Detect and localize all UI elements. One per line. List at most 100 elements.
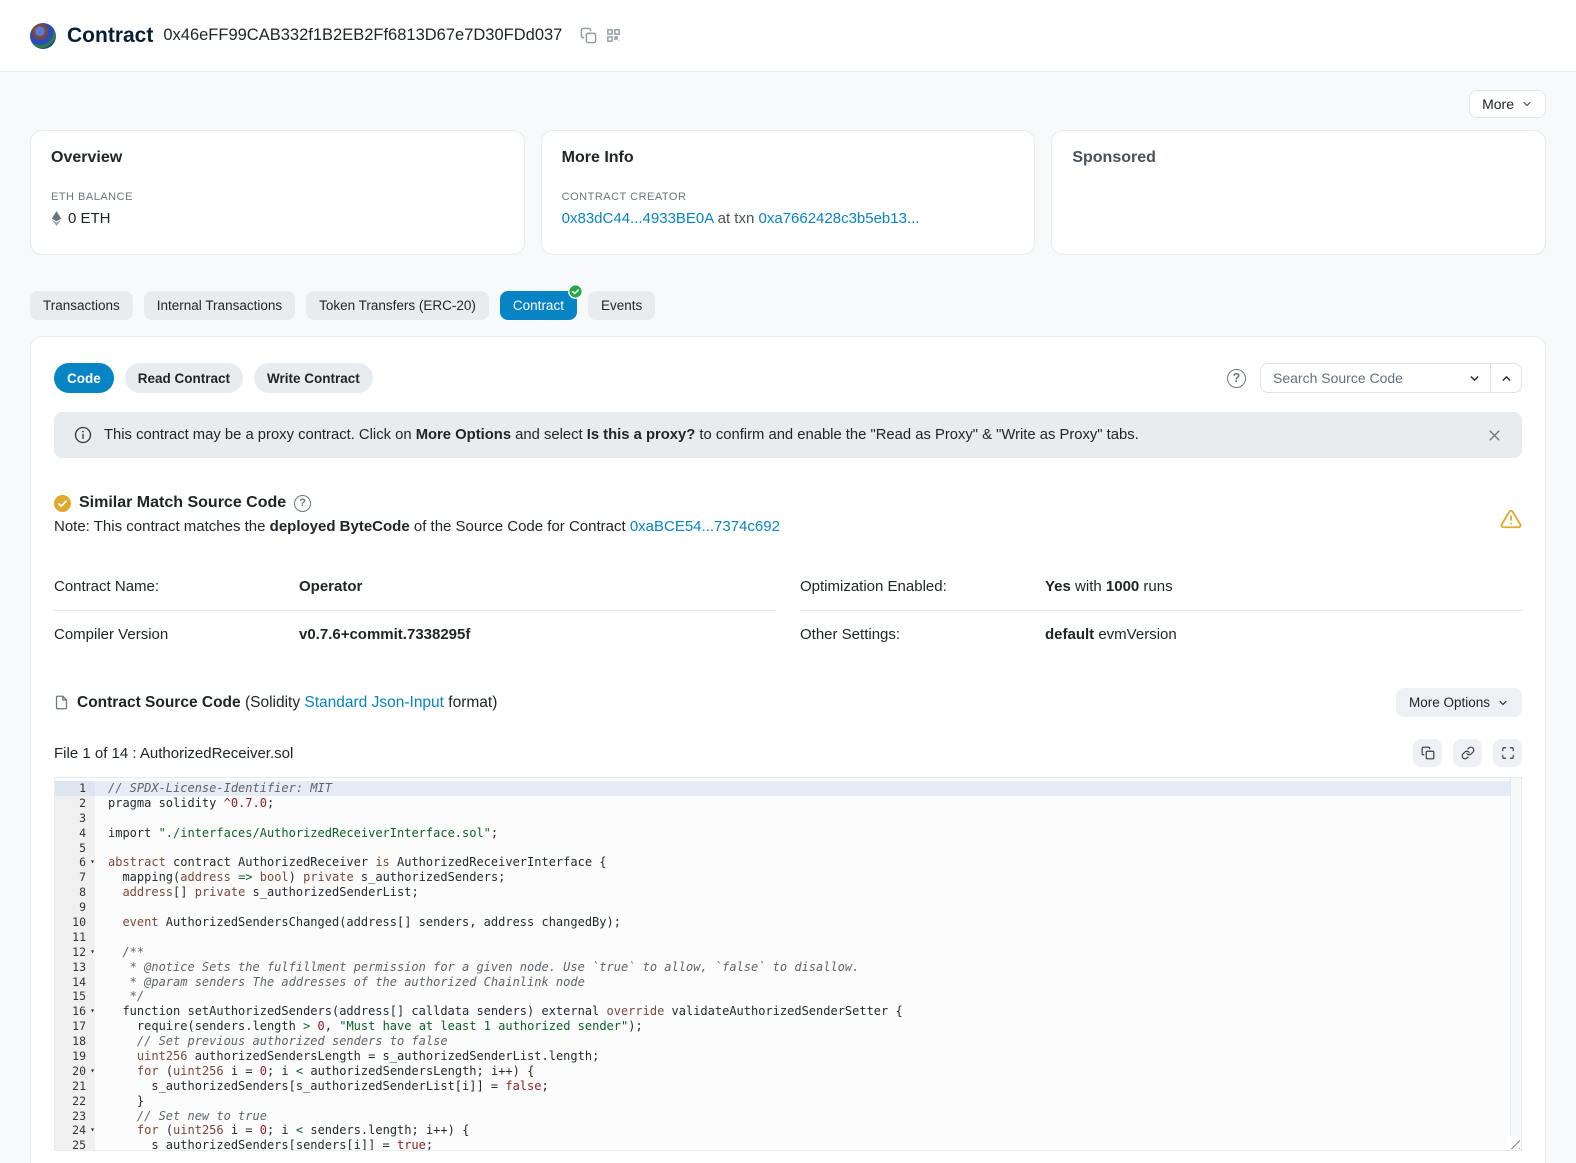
code-text: // Set previous authorized senders to fa… — [95, 1034, 448, 1049]
code-text: require(senders.length > 0, "Must have a… — [95, 1019, 643, 1034]
tab-token-transfers-erc-20[interactable]: Token Transfers (ERC-20) — [306, 291, 489, 320]
meta-value: default evmVersion — [1045, 626, 1177, 643]
source-format-pre: (Solidity — [245, 694, 304, 711]
subtab-code[interactable]: Code — [54, 363, 114, 393]
subtab-read-contract[interactable]: Read Contract — [125, 363, 243, 393]
line-number: 6▾ — [55, 855, 95, 870]
notice-segment: and select — [511, 427, 587, 443]
search-next-button[interactable] — [1459, 364, 1490, 392]
code-line: 6▾abstract contract AuthorizedReceiver i… — [55, 855, 1521, 870]
meta-label: Contract Name: — [54, 578, 299, 595]
resize-handle[interactable] — [1507, 1136, 1520, 1149]
contract-meta: Contract Name:OperatorCompiler Versionv0… — [54, 563, 1522, 658]
more-info-card: More Info CONTRACT CREATOR 0x83dC44...49… — [541, 130, 1036, 255]
code-subtabs: Code Read Contract Write Contract — [54, 363, 373, 393]
chevron-down-icon — [1521, 98, 1533, 110]
tab-transactions[interactable]: Transactions — [30, 291, 133, 320]
fold-arrow-icon[interactable]: ▾ — [90, 1064, 95, 1079]
tab-internal-transactions[interactable]: Internal Transactions — [144, 291, 295, 320]
creator-address-link[interactable]: 0x83dC44...4933BE0A — [562, 210, 714, 227]
meta-value: Yes with 1000 runs — [1045, 578, 1173, 595]
copy-icon — [580, 27, 597, 44]
code-line: 7 mapping(address => bool) private s_aut… — [55, 870, 1521, 885]
proxy-notice-text: This contract may be a proxy contract. C… — [104, 427, 1475, 443]
source-search-group — [1260, 363, 1522, 393]
contract-address: 0x46eFF99CAB332f1B2EB2Ff6813D67e7D30FDd0… — [163, 26, 562, 45]
code-line: 4import "./interfaces/AuthorizedReceiver… — [55, 826, 1521, 841]
search-source-input[interactable] — [1261, 364, 1459, 392]
ethereum-icon — [51, 211, 62, 226]
subtab-write-contract[interactable]: Write Contract — [254, 363, 373, 393]
line-number: 15 — [55, 989, 95, 1004]
code-line: 14 * @param senders The addresses of the… — [55, 975, 1521, 990]
code-line: 20▾ for (uint256 i = 0; i < authorizedSe… — [55, 1064, 1521, 1079]
line-number: 11 — [55, 930, 95, 945]
close-notice-button[interactable] — [1487, 428, 1502, 443]
permalink-button[interactable] — [1453, 739, 1482, 767]
more-options-button[interactable]: More Options — [1396, 688, 1522, 717]
tab-label: Internal Transactions — [157, 298, 282, 313]
help-question-icon[interactable]: ? — [1227, 369, 1246, 388]
code-line: 13 * @notice Sets the fulfillment permis… — [55, 960, 1521, 975]
qr-code-button[interactable] — [601, 23, 626, 48]
notice-segment: Is this a proxy? — [587, 427, 696, 443]
contract-creator-line: 0x83dC44...4933BE0A at txn 0xa7662428c3b… — [562, 210, 1015, 227]
collapse-panel-button[interactable] — [1490, 364, 1521, 392]
copy-address-button[interactable] — [576, 23, 601, 48]
more-dropdown-button[interactable]: More — [1469, 90, 1546, 118]
notice-segment: to confirm and enable the "Read as Proxy… — [695, 427, 1138, 443]
notice-segment: More Options — [416, 427, 511, 443]
info-circle-icon — [74, 426, 92, 444]
warning-triangle-icon — [1500, 508, 1522, 530]
main-tabs: Transactions Internal Transactions Token T… — [30, 291, 1546, 320]
json-input-link[interactable]: Standard Json-Input — [304, 694, 444, 711]
overview-card: Overview ETH BALANCE 0 ETH — [30, 130, 525, 255]
tab-label: Token Transfers (ERC-20) — [319, 298, 476, 313]
code-text: s_authorizedSenders[senders[i]] = true; — [95, 1138, 433, 1151]
expand-fullscreen-button[interactable] — [1493, 739, 1522, 767]
more-label: More — [1482, 96, 1514, 112]
line-number: 20▾ — [55, 1064, 95, 1079]
line-number: 23 — [55, 1109, 95, 1124]
fold-arrow-icon[interactable]: ▾ — [90, 1004, 95, 1019]
close-icon — [1487, 428, 1502, 443]
fold-arrow-icon[interactable]: ▾ — [90, 855, 95, 870]
code-line: 17 require(senders.length > 0, "Must hav… — [55, 1019, 1521, 1034]
tab-contract[interactable]: Contract — [500, 291, 577, 320]
code-text: import "./interfaces/AuthorizedReceiverI… — [95, 826, 498, 841]
meta-row-other-settings: Other Settings:default evmVersion — [800, 611, 1522, 658]
note-segment: deployed ByteCode — [270, 518, 410, 535]
line-number: 18 — [55, 1034, 95, 1049]
line-number: 13 — [55, 960, 95, 975]
sponsored-card: Sponsored — [1051, 130, 1546, 255]
code-text: uint256 authorizedSendersLength = s_auth… — [95, 1049, 599, 1064]
sponsored-title: Sponsored — [1072, 149, 1525, 167]
code-text: mapping(address => bool) private s_autho… — [95, 870, 505, 885]
code-scrollbar[interactable] — [1510, 778, 1521, 1150]
code-text: * @notice Sets the fulfillment permissio… — [95, 960, 859, 975]
creator-txn-link[interactable]: 0xa7662428c3b5eb13... — [758, 210, 919, 227]
copy-source-button[interactable] — [1413, 739, 1442, 767]
code-text: } — [95, 1094, 144, 1109]
similar-match-help-icon[interactable]: ? — [294, 495, 311, 512]
fold-arrow-icon[interactable]: ▾ — [90, 1123, 95, 1138]
code-line: 1// SPDX-License-Identifier: MIT — [55, 781, 1521, 796]
fold-arrow-icon[interactable]: ▾ — [90, 945, 95, 960]
file-counter-label: File 1 of 14 : AuthorizedReceiver.sol — [54, 745, 293, 762]
page-header: Contract 0x46eFF99CAB332f1B2EB2Ff6813D67… — [0, 0, 1576, 72]
code-line: 19 uint256 authorizedSendersLength = s_a… — [55, 1049, 1521, 1064]
source-code-editor[interactable]: 1// SPDX-License-Identifier: MIT2pragma … — [54, 777, 1522, 1151]
verified-check-badge-icon — [568, 284, 583, 299]
code-line: 8 address[] private s_authorizedSenderLi… — [55, 885, 1521, 900]
overview-title: Overview — [51, 149, 504, 167]
tab-events[interactable]: Events — [588, 291, 655, 320]
bytecode-contract-link[interactable]: 0xaBCE54...7374c692 — [630, 518, 780, 535]
chevron-down-icon — [1497, 697, 1509, 709]
link-chain-icon — [1461, 746, 1475, 760]
line-number: 8 — [55, 885, 95, 900]
meta-value: Operator — [299, 578, 362, 595]
eth-balance-label: ETH BALANCE — [51, 191, 504, 203]
line-number: 14 — [55, 975, 95, 990]
line-number: 12▾ — [55, 945, 95, 960]
code-line: 10 event AuthorizedSendersChanged(addres… — [55, 915, 1521, 930]
